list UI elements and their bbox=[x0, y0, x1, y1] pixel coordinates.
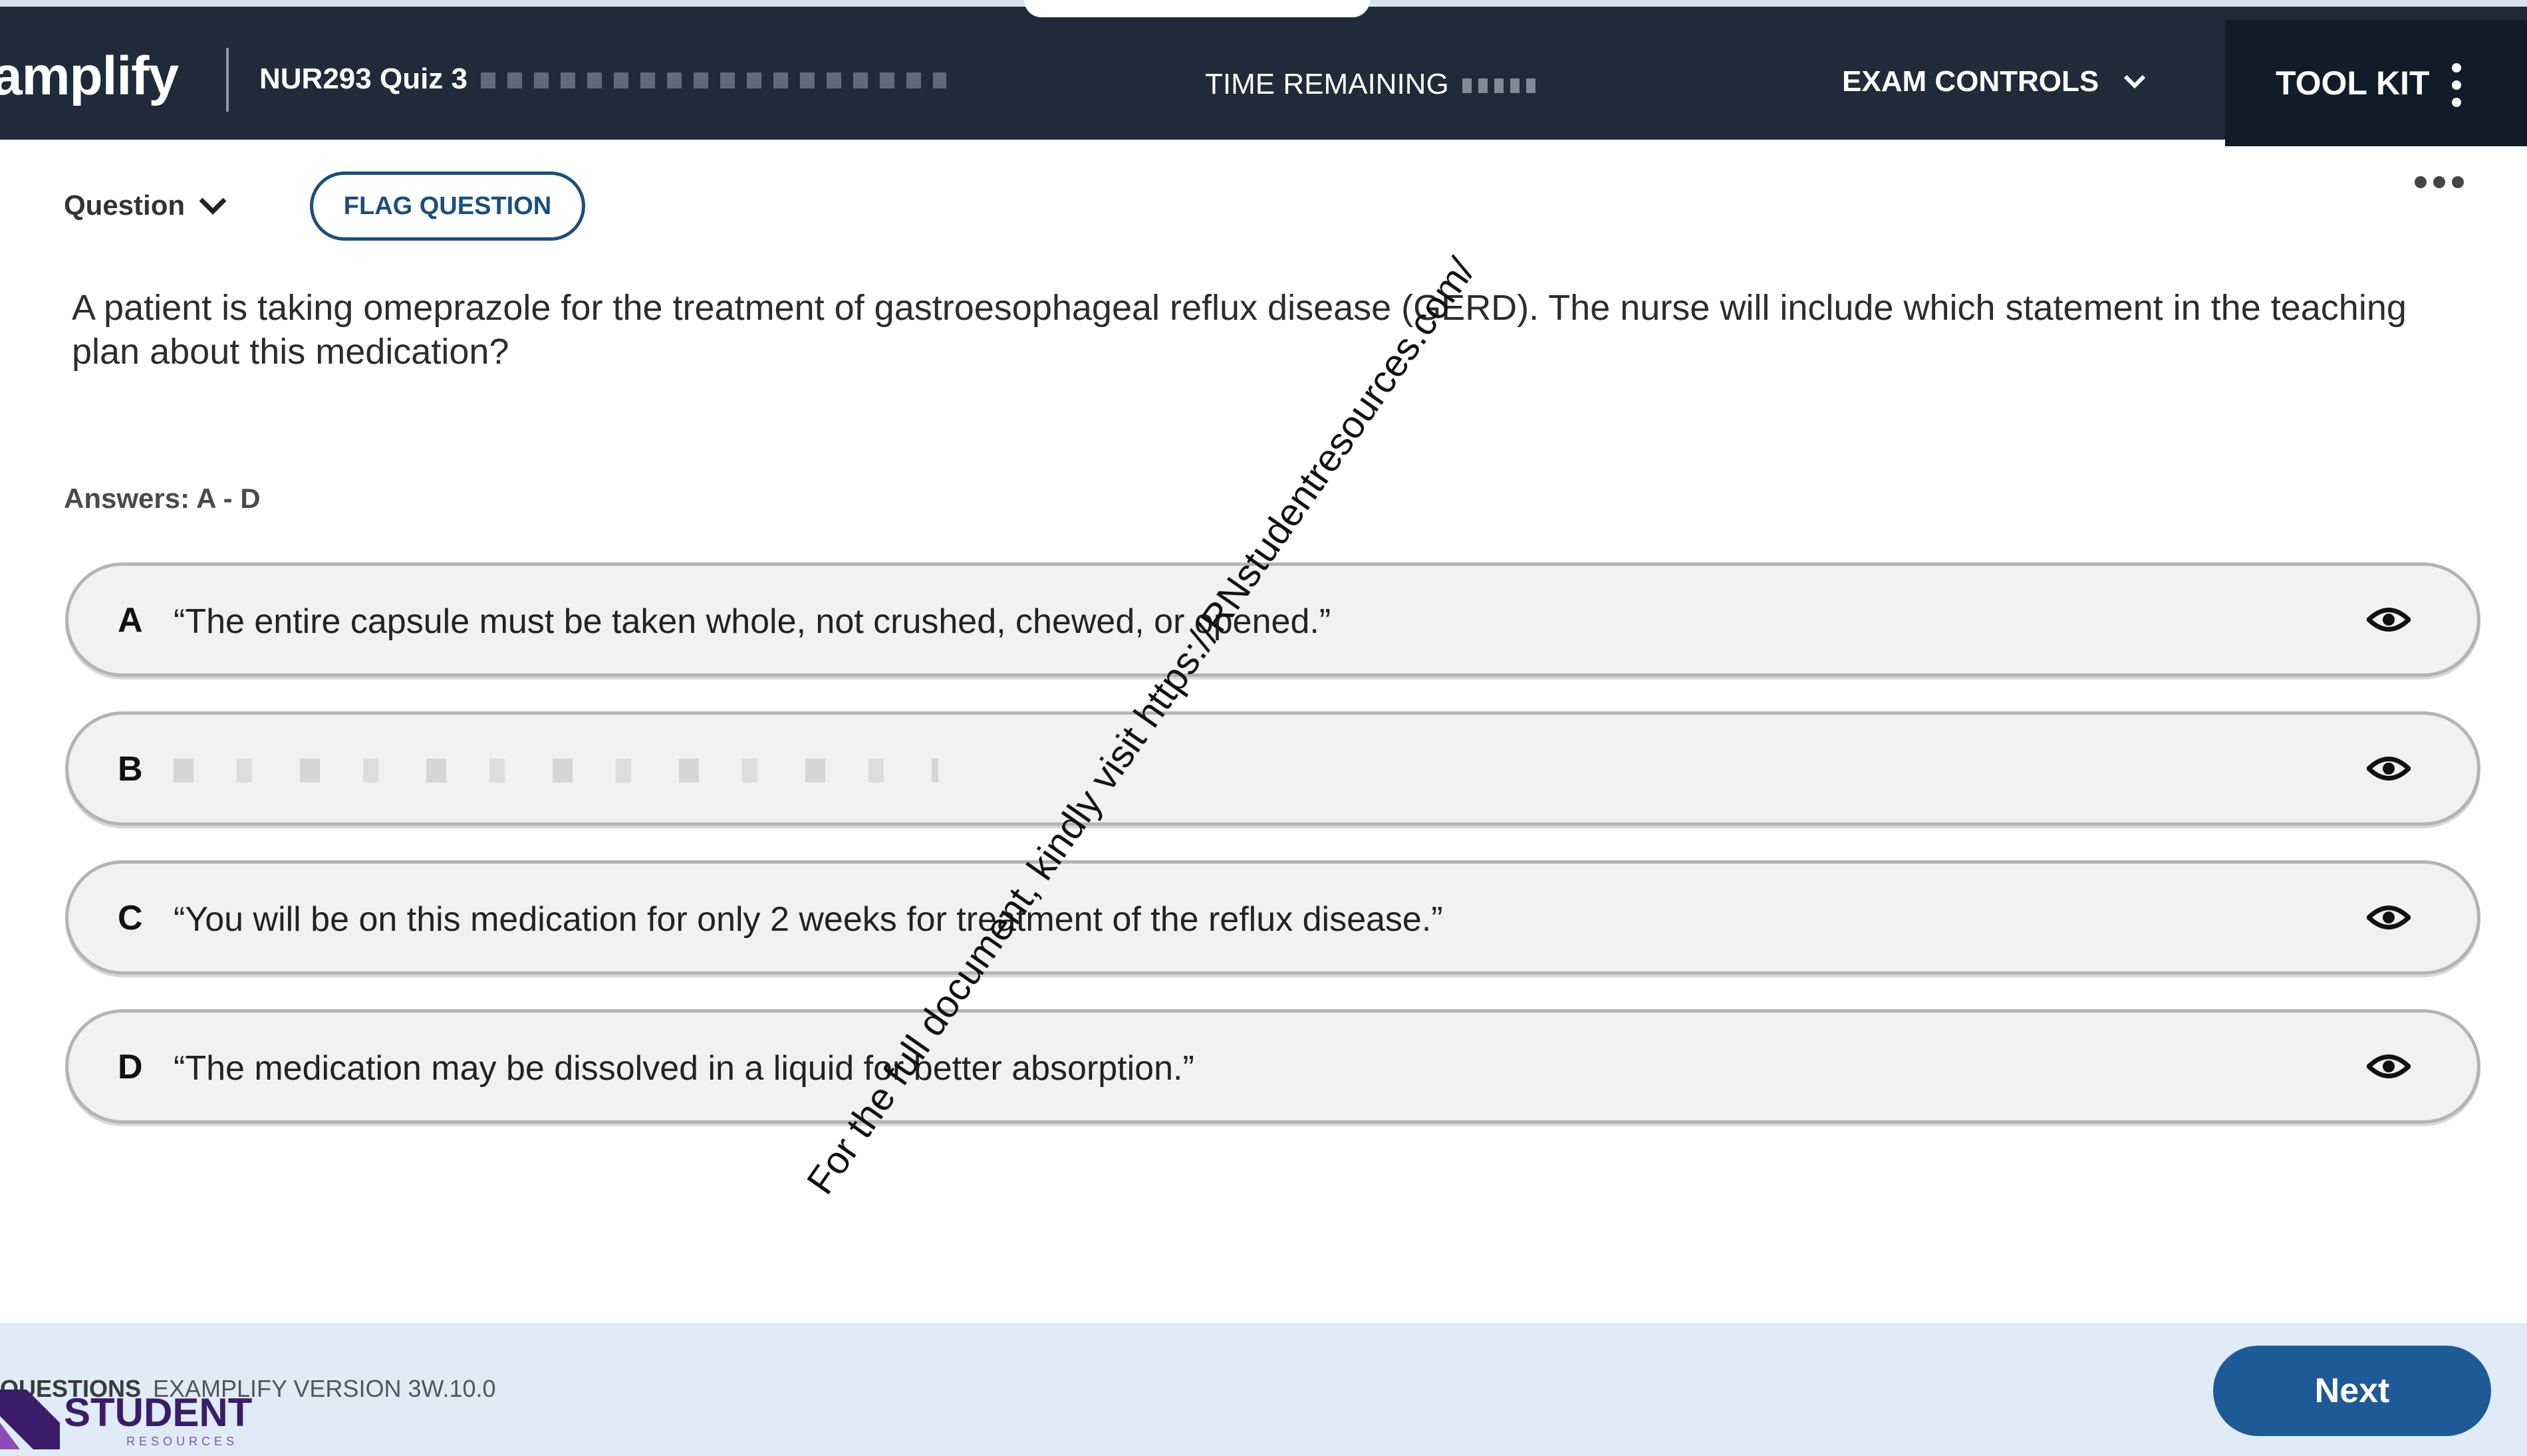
time-remaining-value-obscured bbox=[1462, 78, 1542, 94]
chevron-down-icon bbox=[199, 197, 227, 215]
option-letter: B bbox=[118, 750, 143, 789]
header-notch bbox=[1024, 0, 1370, 17]
answer-option-b[interactable]: B bbox=[65, 711, 2480, 826]
header-divider bbox=[226, 48, 229, 112]
answer-option-a[interactable]: A “The entire capsule must be taken whol… bbox=[65, 562, 2480, 677]
next-button[interactable]: Next bbox=[2213, 1346, 2491, 1436]
option-letter: A bbox=[118, 601, 143, 640]
kebab-menu-icon bbox=[2452, 63, 2461, 107]
time-remaining-label: TIME REMAINING bbox=[1205, 68, 1449, 100]
time-remaining: TIME REMAINING bbox=[1205, 68, 1542, 101]
exam-header: amplify NUR293 Quiz 3 TIME REMAINING EXA… bbox=[0, 0, 2527, 146]
option-letter: D bbox=[118, 1048, 143, 1086]
option-text-obscured bbox=[174, 759, 938, 783]
exam-controls-label: EXAM CONTROLS bbox=[1842, 65, 2099, 98]
question-label: Question bbox=[64, 189, 186, 221]
brand-subtitle: RESOURCES bbox=[126, 1435, 239, 1448]
toolkit-button[interactable]: TOOL KIT bbox=[2225, 20, 2527, 146]
eye-icon[interactable] bbox=[2367, 1051, 2411, 1082]
answer-option-d[interactable]: D “The medication may be dissolved in a … bbox=[65, 1009, 2480, 1124]
brand-name: STUDENT bbox=[64, 1390, 253, 1435]
exam-controls-button[interactable]: EXAM CONTROLS bbox=[1842, 65, 2147, 98]
exam-title-text: NUR293 Quiz 3 bbox=[259, 62, 467, 95]
option-text: “The entire capsule must be taken whole,… bbox=[174, 602, 1331, 641]
eye-icon[interactable] bbox=[2367, 604, 2411, 635]
toolkit-label: TOOL KIT bbox=[2276, 64, 2430, 102]
chevron-down-icon bbox=[2124, 74, 2146, 89]
exam-title-obscured bbox=[480, 72, 946, 89]
brand-mark-icon bbox=[0, 1390, 60, 1449]
answers-range: Answers: A - D bbox=[64, 483, 261, 514]
option-text: “You will be on this medication for only… bbox=[174, 900, 1443, 939]
eye-icon[interactable] bbox=[2367, 753, 2411, 784]
flag-question-button[interactable]: FLAG QUESTION bbox=[310, 172, 585, 241]
option-letter: C bbox=[118, 899, 143, 937]
question-selector[interactable]: Question bbox=[64, 189, 227, 221]
eye-icon[interactable] bbox=[2367, 902, 2411, 933]
option-text: “The medication may be dissolved in a li… bbox=[174, 1049, 1194, 1088]
answer-option-c[interactable]: C “You will be on this medication for on… bbox=[65, 860, 2480, 975]
exam-title: NUR293 Quiz 3 bbox=[259, 62, 946, 96]
student-resources-logo: STUDENT RESOURCES bbox=[0, 1390, 259, 1449]
app-logo: amplify bbox=[0, 46, 179, 106]
more-options-icon[interactable] bbox=[2413, 174, 2466, 190]
question-stem: A patient is taking omeprazole for the t… bbox=[72, 288, 2407, 372]
exam-footer: QUESTIONS EXAMPLIFY VERSION 3W.10.0 STUD… bbox=[0, 1323, 2527, 1456]
